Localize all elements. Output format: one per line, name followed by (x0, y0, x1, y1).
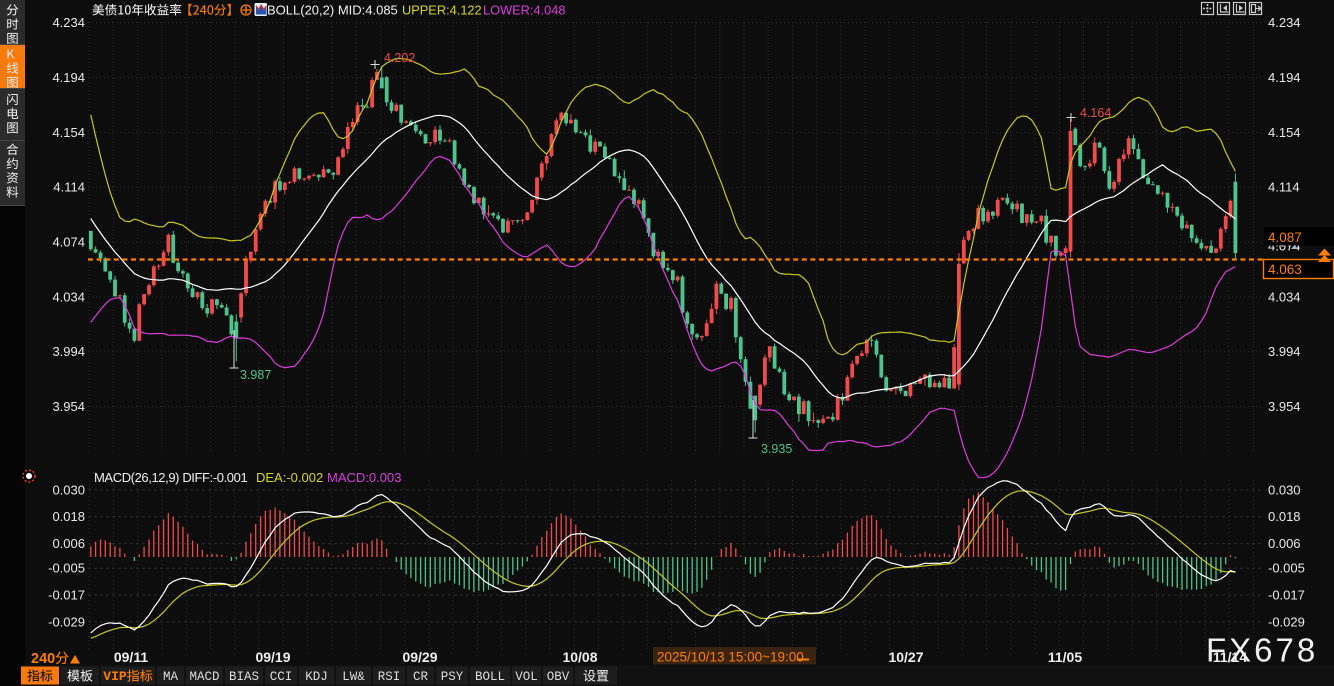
svg-text:3.987: 3.987 (240, 368, 271, 382)
svg-text:KDJ: KDJ (305, 670, 328, 684)
svg-text:MACD:0.003: MACD:0.003 (327, 470, 401, 485)
svg-text:4.154: 4.154 (1268, 125, 1301, 140)
svg-text:0.018: 0.018 (1268, 509, 1301, 524)
svg-text:0.030: 0.030 (52, 482, 85, 497)
svg-text:4.234: 4.234 (52, 15, 85, 30)
svg-text:CR: CR (413, 670, 429, 684)
svg-text:0.030: 0.030 (1268, 482, 1301, 497)
svg-text:UPPER:4.122: UPPER:4.122 (402, 3, 482, 18)
svg-text:0.006: 0.006 (1268, 536, 1301, 551)
svg-text:4.063: 4.063 (1268, 262, 1302, 277)
svg-text:3.935: 3.935 (761, 442, 792, 456)
svg-text:-0.029: -0.029 (48, 614, 85, 629)
svg-text:4.087: 4.087 (1268, 230, 1302, 245)
svg-text:PSY: PSY (441, 670, 464, 684)
svg-text:-0.029: -0.029 (1268, 614, 1305, 629)
svg-text:-0.017: -0.017 (48, 588, 85, 603)
svg-text:4.114: 4.114 (1268, 180, 1300, 195)
svg-text:4.074: 4.074 (52, 235, 85, 250)
svg-text:BOLL(20,2) MID:4.085: BOLL(20,2) MID:4.085 (267, 3, 398, 18)
svg-text:MA: MA (163, 670, 179, 684)
svg-text:MACD(26,12,9) DIFF:-0.001: MACD(26,12,9) DIFF:-0.001 (94, 470, 247, 485)
svg-text:OBV: OBV (547, 670, 570, 684)
svg-text:VIP: VIP (103, 669, 127, 684)
svg-text:4.034: 4.034 (52, 289, 85, 304)
svg-text:4.164: 4.164 (1080, 106, 1111, 120)
svg-text:LOWER:4.048: LOWER:4.048 (483, 3, 566, 18)
svg-text:-0.005: -0.005 (1268, 561, 1305, 576)
svg-text:0.006: 0.006 (52, 536, 85, 551)
svg-text:2025/10/13 15:00~19:00: 2025/10/13 15:00~19:00 (657, 650, 804, 665)
svg-text:BIAS: BIAS (229, 670, 259, 684)
svg-text:RSI: RSI (378, 670, 401, 684)
svg-text:3.994: 3.994 (1268, 344, 1301, 359)
svg-text:4.234: 4.234 (1268, 15, 1301, 30)
svg-text:3.954: 3.954 (1268, 399, 1301, 414)
svg-text:3.954: 3.954 (52, 399, 85, 414)
svg-text:10/08: 10/08 (562, 649, 597, 665)
svg-text:CCI: CCI (270, 670, 293, 684)
svg-text:MACD: MACD (189, 670, 219, 684)
svg-text:4.114: 4.114 (53, 180, 85, 195)
svg-text:4.194: 4.194 (52, 70, 85, 85)
svg-text:10/27: 10/27 (888, 649, 923, 665)
svg-text:-0.017: -0.017 (1268, 588, 1305, 603)
svg-text:FX678: FX678 (1206, 632, 1318, 669)
svg-text:4.202: 4.202 (384, 51, 415, 65)
svg-text:3.994: 3.994 (52, 344, 85, 359)
svg-text:0.018: 0.018 (52, 509, 85, 524)
svg-text:4.154: 4.154 (52, 125, 85, 140)
svg-text:VOL: VOL (515, 670, 538, 684)
svg-text:240: 240 (31, 651, 55, 667)
svg-text:09/11: 09/11 (114, 649, 148, 665)
svg-text:09/29: 09/29 (402, 649, 437, 665)
svg-text:4.194: 4.194 (1268, 70, 1301, 85)
svg-text:09/19: 09/19 (255, 649, 290, 665)
svg-text:4.034: 4.034 (1268, 289, 1301, 304)
svg-text:DEA:-0.002: DEA:-0.002 (256, 470, 323, 485)
svg-text:LW&: LW& (342, 670, 365, 684)
svg-text:-0.005: -0.005 (48, 561, 85, 576)
svg-text:11/05: 11/05 (1048, 649, 1082, 665)
svg-text:BOLL: BOLL (475, 670, 505, 684)
